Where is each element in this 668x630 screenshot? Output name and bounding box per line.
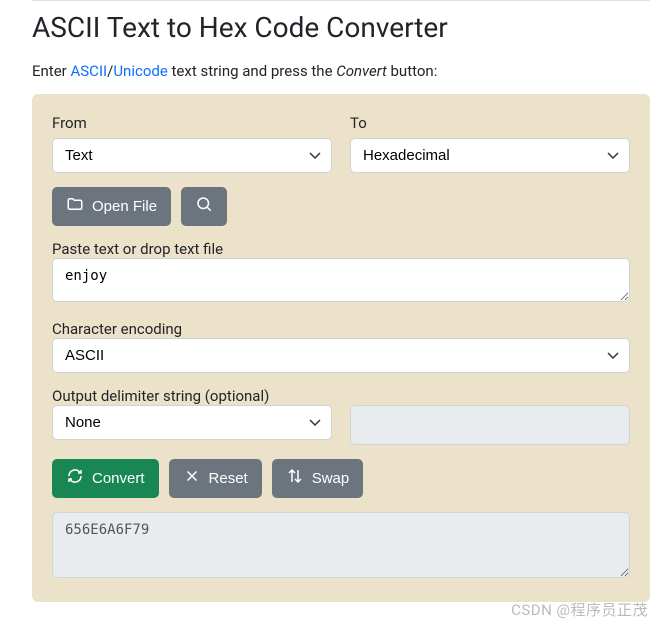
swap-icon: [286, 467, 304, 490]
watermark: CSDN @程序员正茂: [511, 599, 648, 620]
open-file-label: Open File: [92, 198, 157, 216]
from-select[interactable]: Text: [52, 138, 332, 173]
paste-label: Paste text or drop text file: [52, 240, 223, 258]
folder-icon: [66, 195, 84, 218]
converter-panel: From Text To Hexadecimal Open File Paste…: [32, 94, 650, 602]
close-icon: [183, 467, 201, 490]
intro-mid: text string and press the: [168, 62, 336, 80]
reset-button[interactable]: Reset: [169, 459, 262, 498]
link-ascii[interactable]: ASCII: [70, 62, 107, 80]
convert-label: Convert: [92, 470, 145, 488]
open-file-button[interactable]: Open File: [52, 187, 171, 226]
encoding-label: Character encoding: [52, 320, 182, 338]
intro-text: Enter ASCII/Unicode text string and pres…: [32, 62, 650, 80]
output-textarea[interactable]: [52, 512, 630, 578]
refresh-icon: [66, 467, 84, 490]
delimiter-label: Output delimiter string (optional): [52, 387, 269, 405]
intro-prefix: Enter: [32, 62, 70, 80]
custom-delimiter-input: [350, 405, 630, 445]
search-icon: [195, 195, 213, 218]
intro-suffix: button:: [387, 62, 438, 80]
page-title: ASCII Text to Hex Code Converter: [32, 11, 650, 44]
encoding-select[interactable]: ASCII: [52, 338, 630, 373]
delimiter-select[interactable]: None: [52, 405, 332, 440]
reset-label: Reset: [209, 470, 248, 488]
swap-label: Swap: [312, 470, 350, 488]
from-label: From: [52, 114, 332, 132]
to-label: To: [350, 114, 630, 132]
input-textarea[interactable]: [52, 258, 630, 302]
search-button[interactable]: [181, 187, 227, 226]
swap-button[interactable]: Swap: [272, 459, 364, 498]
link-unicode[interactable]: Unicode: [113, 62, 167, 80]
divider-top: [32, 0, 650, 1]
intro-convert-em: Convert: [336, 62, 387, 80]
convert-button[interactable]: Convert: [52, 459, 159, 498]
to-select[interactable]: Hexadecimal: [350, 138, 630, 173]
